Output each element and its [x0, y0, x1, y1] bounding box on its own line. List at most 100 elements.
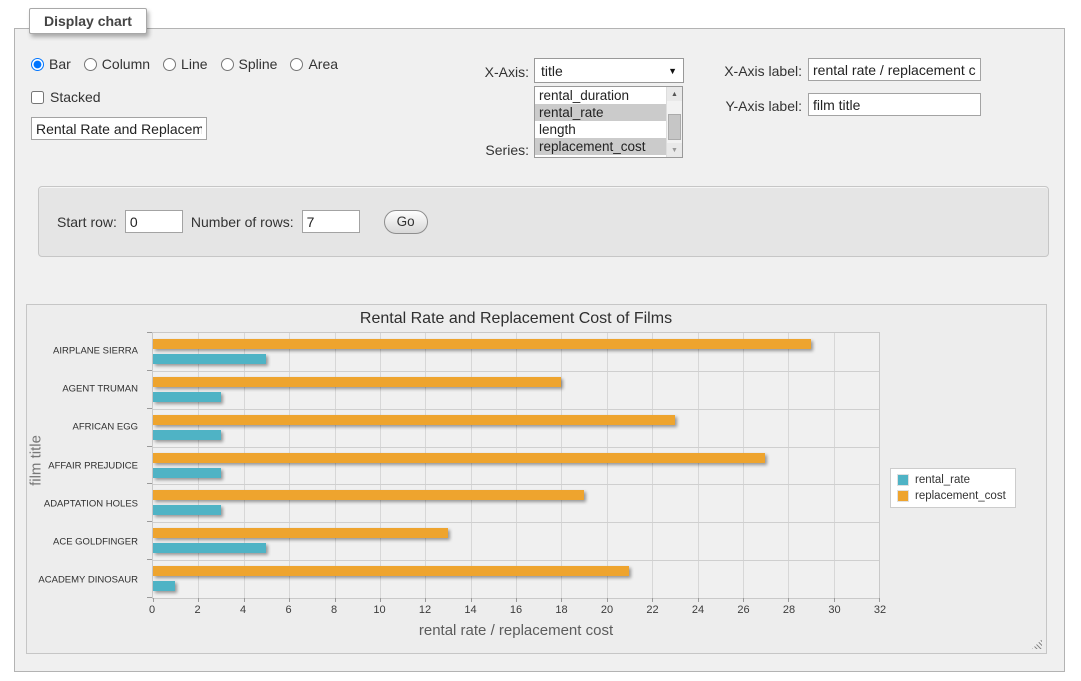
x-axis-label-input[interactable] [808, 58, 981, 81]
gridline [788, 333, 789, 598]
chart-type-option-line[interactable]: Line [163, 56, 207, 72]
x-tick-label: 22 [646, 604, 658, 616]
x-tick-label: 24 [692, 604, 704, 616]
chart-title-input[interactable] [31, 117, 207, 140]
category-label: AFFAIR PREJUDICE [48, 460, 138, 471]
radio-bar[interactable] [31, 58, 44, 71]
x-axis-select[interactable]: title ▼ [534, 58, 684, 83]
chart-type-option-bar[interactable]: Bar [31, 56, 71, 72]
legend-item-rental_rate[interactable]: rental_rate [897, 474, 1006, 486]
start-row-input[interactable] [125, 210, 183, 233]
band-separator [153, 371, 879, 372]
legend-swatch [897, 490, 909, 502]
x-tick-label: 32 [874, 604, 886, 616]
bar-rental_rate-affair-prejudice [153, 468, 221, 478]
x-tick-mark [471, 598, 472, 602]
x-tick-label: 26 [737, 604, 749, 616]
category-label: AFRICAN EGG [73, 422, 138, 433]
category-labels: AIRPLANE SIERRAAGENT TRUMANAFRICAN EGGAF… [27, 332, 145, 599]
band-separator [153, 560, 879, 561]
rows-panel: Start row: Number of rows: Go [38, 186, 1049, 257]
x-tick-mark [380, 598, 381, 602]
x-tick-mark [698, 598, 699, 602]
radio-label: Line [181, 56, 207, 72]
chart-type-option-spline[interactable]: Spline [221, 56, 278, 72]
legend-item-replacement_cost[interactable]: replacement_cost [897, 490, 1006, 502]
start-row-label: Start row: [57, 214, 117, 230]
x-tick-label: 30 [828, 604, 840, 616]
x-tick-label: 14 [464, 604, 476, 616]
y-tick-mark [147, 559, 152, 560]
series-option-replacement_cost[interactable]: replacement_cost [535, 138, 666, 155]
x-tick-label: 6 [285, 604, 291, 616]
x-tick-label: 10 [373, 604, 385, 616]
gridline [335, 333, 336, 598]
gridline [561, 333, 562, 598]
bar-replacement_cost-ace-goldfinger [153, 528, 448, 538]
series-scrollbar[interactable]: ▲ ▼ [666, 87, 682, 157]
radio-label: Spline [239, 56, 278, 72]
scrollbar-thumb[interactable] [668, 114, 681, 140]
chart-type-option-column[interactable]: Column [84, 56, 150, 72]
gridline [698, 333, 699, 598]
chart-type-option-area[interactable]: Area [290, 56, 338, 72]
x-tick-label: 0 [149, 604, 155, 616]
resize-grip-icon[interactable] [1032, 639, 1042, 649]
chevron-down-icon: ▼ [668, 66, 677, 76]
scroll-down-icon[interactable]: ▼ [667, 143, 682, 157]
num-rows-input[interactable] [302, 210, 360, 233]
gridline [607, 333, 608, 598]
y-tick-mark [147, 332, 152, 333]
chart-title: Rental Rate and Replacement Cost of Film… [27, 310, 1005, 328]
category-label: ACADEMY DINOSAUR [38, 574, 138, 585]
band-separator [153, 447, 879, 448]
y-axis-label-input[interactable] [808, 93, 981, 116]
x-tick-label: 18 [555, 604, 567, 616]
gridline [198, 333, 199, 598]
gridline [471, 333, 472, 598]
bar-rental_rate-academy-dinosaur [153, 581, 175, 591]
legend-label: rental_rate [915, 474, 970, 486]
gridline [516, 333, 517, 598]
category-label: AIRPLANE SIERRA [53, 346, 138, 357]
x-axis-label-caption: X-Axis label: [710, 63, 802, 79]
radio-spline[interactable] [221, 58, 234, 71]
bar-rental_rate-african-egg [153, 430, 221, 440]
x-tick-mark [834, 598, 835, 602]
gridline [244, 333, 245, 598]
x-tick-mark [607, 598, 608, 602]
x-tick-label: 12 [419, 604, 431, 616]
series-option-length[interactable]: length [535, 121, 666, 138]
x-tick-mark [244, 598, 245, 602]
radio-area[interactable] [290, 58, 303, 71]
go-button[interactable]: Go [384, 210, 428, 234]
series-option-rental_rate[interactable]: rental_rate [535, 104, 666, 121]
legend-swatch [897, 474, 909, 486]
x-tick-label: 4 [240, 604, 246, 616]
gridline [289, 333, 290, 598]
display-chart-fieldset: Display chart BarColumnLineSplineArea St… [14, 28, 1065, 672]
bar-replacement_cost-academy-dinosaur [153, 566, 629, 576]
x-tick-mark [652, 598, 653, 602]
series-listbox[interactable]: rental_durationrental_ratelengthreplacem… [534, 86, 683, 158]
stacked-checkbox-row[interactable]: Stacked [31, 89, 101, 105]
band-separator [153, 409, 879, 410]
fieldset-legend: Display chart [29, 8, 147, 34]
scroll-up-icon[interactable]: ▲ [667, 87, 682, 101]
x-tick-label: 8 [331, 604, 337, 616]
radio-label: Area [308, 56, 338, 72]
x-tick-label: 20 [601, 604, 613, 616]
gridline [380, 333, 381, 598]
x-tick-mark [289, 598, 290, 602]
bar-replacement_cost-agent-truman [153, 377, 561, 387]
radio-line[interactable] [163, 58, 176, 71]
legend-label: replacement_cost [915, 490, 1006, 502]
chart-x-axis-title: rental rate / replacement cost [152, 622, 880, 639]
series-option-rental_duration[interactable]: rental_duration [535, 87, 666, 104]
stacked-checkbox[interactable] [31, 91, 44, 104]
radio-column[interactable] [84, 58, 97, 71]
gridline [743, 333, 744, 598]
y-axis-label-caption: Y-Axis label: [710, 98, 802, 114]
category-label: ADAPTATION HOLES [44, 498, 138, 509]
stacked-label: Stacked [50, 89, 101, 105]
